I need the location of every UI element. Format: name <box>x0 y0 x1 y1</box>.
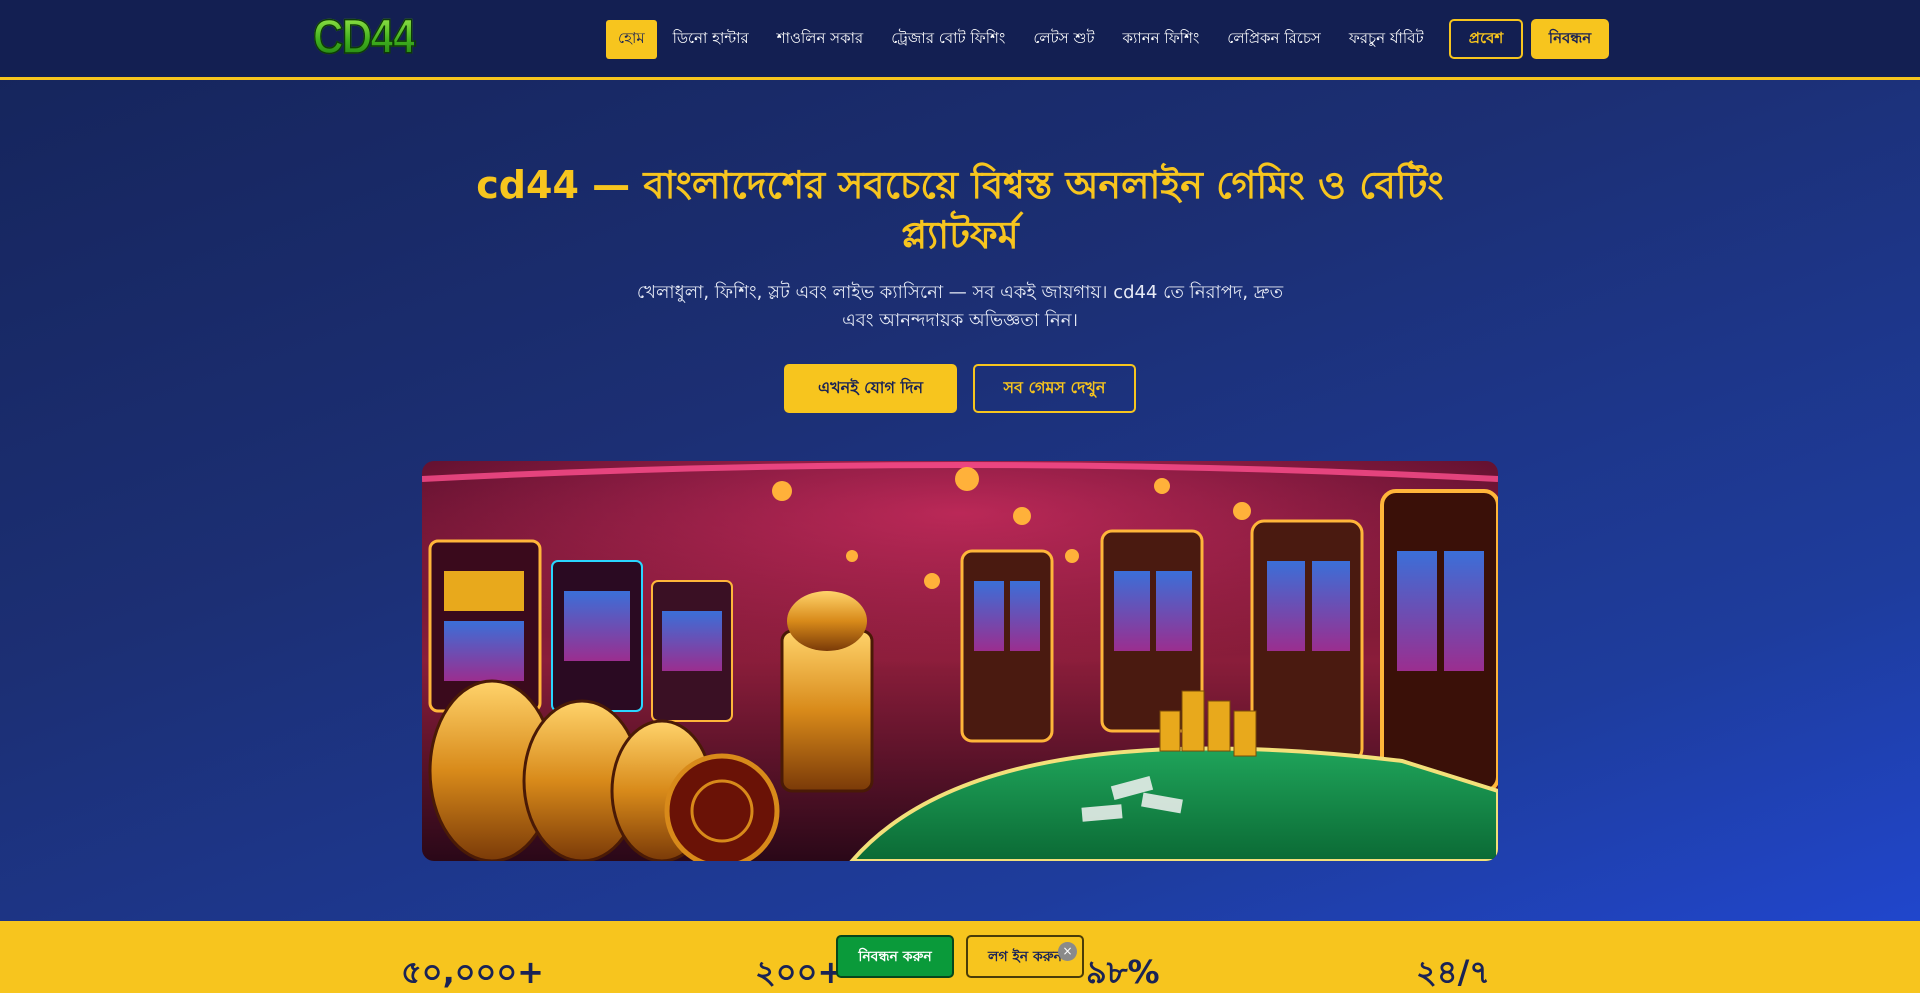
nav-item-shaolin-soccer[interactable]: শাওলিন সকার <box>765 20 875 59</box>
stats-band <box>0 921 1920 993</box>
stat-games: ২০০+ <box>755 953 845 991</box>
casino-hero-image <box>422 461 1498 861</box>
stat-payout: ৯৮% <box>1086 953 1160 991</box>
main-nav: হোম ডিনো হান্টার শাওলিন সকার ট্রেজার বোট… <box>606 19 1440 59</box>
nav-item-home[interactable]: হোম <box>606 19 657 59</box>
stat-support: ২৪/৭ <box>1416 953 1491 991</box>
close-icon[interactable]: × <box>1058 942 1077 961</box>
nav-item-leprechaun-riches[interactable]: লেপ্রিকন রিচেস <box>1215 20 1333 59</box>
stat-players: ৫০,০০০+ <box>401 953 544 991</box>
hero-subtitle: খেলাধুলা, ফিশিং, স্লট এবং লাইভ ক্যাসিনো … <box>636 282 1284 331</box>
login-button[interactable]: প্রবেশ <box>1449 19 1523 59</box>
hero-title: cd44 — বাংলাদেশের সবচেয়ে বিশ্বস্ত অনলাই… <box>476 163 1444 257</box>
floating-register-button[interactable]: নিবন্ধন করুন <box>836 935 954 978</box>
view-all-games-button[interactable]: সব গেমস দেখুন <box>973 364 1136 413</box>
nav-item-lets-shoot[interactable]: লেটস শুট <box>1021 20 1106 59</box>
nav-item-cannon-fishing[interactable]: ক্যানন ফিশিং <box>1111 20 1212 59</box>
nav-item-treasure-boat-fishing[interactable]: ট্রেজার বোট ফিশিং <box>879 20 1017 59</box>
nav-item-dino-hunter[interactable]: ডিনো হান্টার <box>661 20 761 59</box>
join-now-button[interactable]: এখনই যোগ দিন <box>784 364 957 413</box>
site-header: CD44 হোম ডিনো হান্টার শাওলিন সকার ট্রেজা… <box>0 0 1920 80</box>
nav-item-fortune-rabbit[interactable]: ফরচুন র্যাবিট <box>1337 20 1436 59</box>
register-button[interactable]: নিবন্ধন <box>1531 19 1609 59</box>
cd44-logo[interactable]: CD44 <box>312 13 416 63</box>
